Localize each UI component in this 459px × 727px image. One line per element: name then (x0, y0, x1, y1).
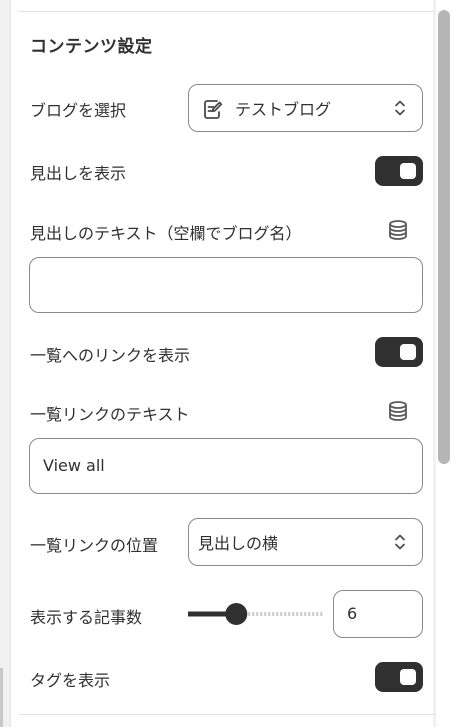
select-chevron-icon (394, 99, 406, 117)
database-icon[interactable] (388, 219, 408, 241)
left-edge-marker (0, 668, 3, 727)
show-list-link-toggle[interactable] (375, 337, 423, 367)
blog-select-label: ブログを選択 (30, 101, 127, 120)
top-divider (19, 11, 459, 12)
database-icon[interactable] (388, 400, 408, 422)
bottom-divider (19, 714, 459, 715)
article-count-label: 表示する記事数 (30, 608, 143, 627)
show-heading-label: 見出しを表示 (30, 164, 127, 183)
list-link-position-label: 一覧リンクの位置 (30, 536, 159, 555)
show-heading-toggle[interactable] (375, 156, 423, 186)
article-count-slider[interactable] (185, 601, 323, 627)
show-tags-toggle[interactable] (375, 662, 423, 692)
section-title: コンテンツ設定 (30, 37, 153, 57)
list-link-position-select[interactable]: 見出しの横 (188, 518, 423, 566)
list-link-position-value: 見出しの横 (198, 534, 279, 553)
list-link-text-input[interactable]: View all (29, 438, 423, 494)
select-chevron-icon (394, 533, 406, 551)
article-count-input[interactable]: 6 (333, 590, 423, 638)
edit-note-icon (203, 98, 223, 120)
heading-text-input[interactable] (29, 257, 423, 313)
heading-text-label: 見出しのテキスト（空欄でブログ名） (30, 224, 302, 243)
scrollbar-thumb[interactable] (438, 10, 450, 464)
show-list-link-label: 一覧へのリンクを表示 (30, 346, 191, 365)
blog-select-value: テストブログ (235, 100, 332, 119)
blog-select[interactable]: テストブログ (188, 84, 423, 132)
show-tags-label: タグを表示 (30, 671, 111, 690)
list-link-text-label: 一覧リンクのテキスト (30, 405, 190, 424)
